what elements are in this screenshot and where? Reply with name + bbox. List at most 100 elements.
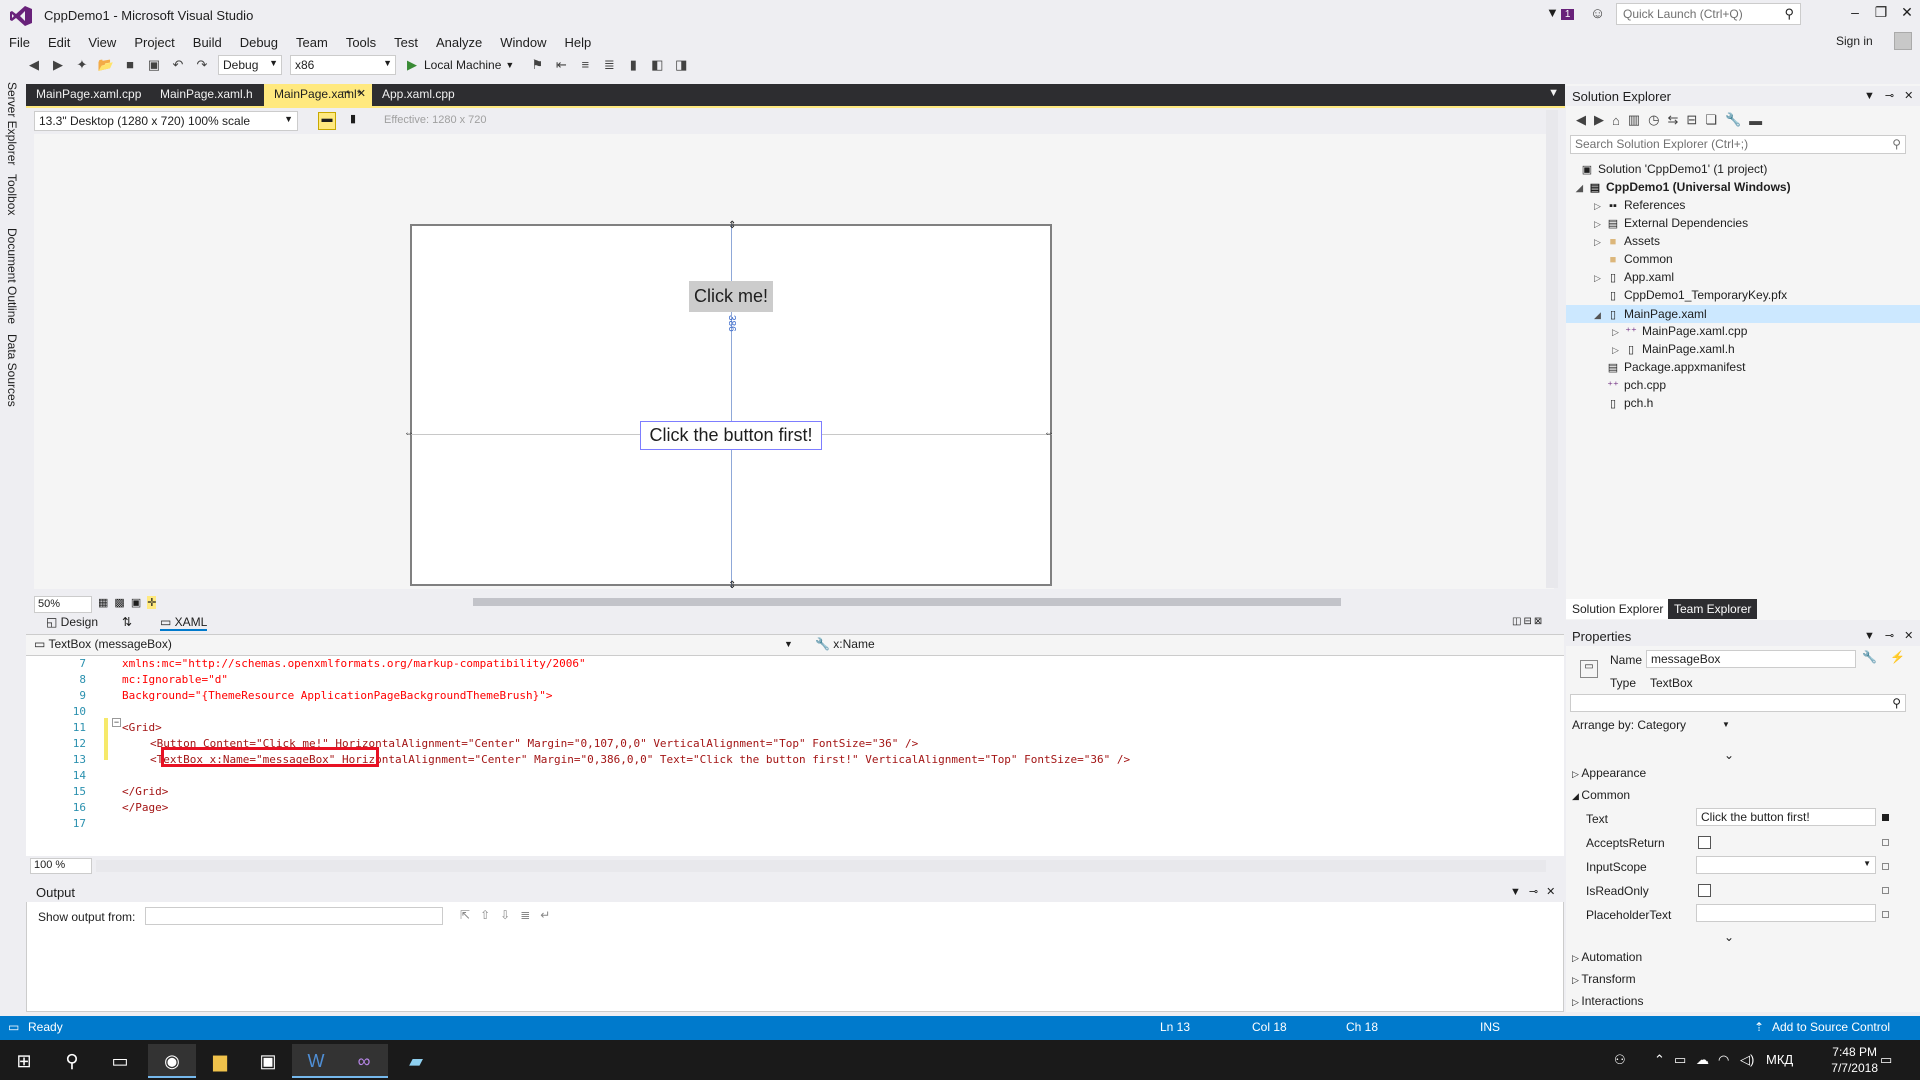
back-icon[interactable]: ◀ bbox=[1576, 112, 1586, 128]
chevron-down-icon[interactable]: ▼ bbox=[1864, 90, 1875, 102]
properties-icon[interactable]: 🔧 bbox=[1725, 112, 1741, 128]
tree-item-app-xaml[interactable]: ▷ ▯ App.xaml bbox=[1594, 268, 1674, 286]
chevron-down-icon[interactable]: ▼ bbox=[784, 639, 793, 649]
menu-debug[interactable]: Debug bbox=[231, 35, 287, 50]
tab-solution-explorer[interactable]: Solution Explorer bbox=[1566, 599, 1670, 619]
close-icon[interactable]: ✕ bbox=[1546, 885, 1555, 898]
name-input[interactable]: messageBox bbox=[1646, 650, 1856, 668]
tray-chevron-icon[interactable]: ⌃ bbox=[1654, 1052, 1665, 1068]
collapse-pane-icon[interactable]: ⊠ bbox=[1534, 616, 1542, 627]
portrait-icon[interactable]: ▮ bbox=[344, 112, 362, 130]
next-message-icon[interactable]: ⇩ bbox=[500, 908, 510, 922]
click-me-button[interactable]: Click me! bbox=[689, 281, 773, 312]
solution-search-input[interactable]: Search Solution Explorer (Ctrl+;) ⚲ bbox=[1570, 135, 1906, 154]
menu-project[interactable]: Project bbox=[125, 35, 183, 50]
events-icon[interactable]: ⚡ bbox=[1890, 650, 1905, 664]
tree-item-mainpage-h[interactable]: ▷ ▯ MainPage.xaml.h bbox=[1612, 340, 1735, 358]
tree-item-mainpage-xaml[interactable]: ◢ ▯ MainPage.xaml bbox=[1594, 305, 1707, 323]
tab-app-xaml-cpp[interactable]: App.xaml.cpp bbox=[372, 84, 465, 106]
people-icon[interactable]: ⚇ bbox=[1614, 1052, 1626, 1068]
home-icon[interactable]: ⌂ bbox=[1612, 113, 1620, 128]
start-icon[interactable]: ⊞ bbox=[0, 1044, 48, 1078]
preview-icon[interactable]: ▬ bbox=[1749, 113, 1762, 128]
redo-icon[interactable]: ↷ bbox=[193, 56, 211, 74]
property-marker-icon[interactable] bbox=[1882, 863, 1889, 870]
category-automation[interactable]: ▷ Automation bbox=[1572, 950, 1642, 964]
user-avatar-icon[interactable] bbox=[1894, 32, 1912, 50]
notepad-icon[interactable]: ▰ bbox=[392, 1044, 440, 1078]
designer-horizontal-scrollbar[interactable] bbox=[473, 598, 1341, 606]
tree-item-mainpage-cpp[interactable]: ▷ ⁺⁺ MainPage.xaml.cpp bbox=[1612, 322, 1747, 340]
property-search-input[interactable]: ⚲ bbox=[1570, 694, 1906, 712]
property-marker-icon[interactable] bbox=[1882, 839, 1889, 846]
tree-item-pch-cpp[interactable]: ⁺⁺ pch.cpp bbox=[1606, 376, 1666, 394]
property-marker-icon[interactable] bbox=[1882, 887, 1889, 894]
feedback-icon[interactable]: ☺ bbox=[1590, 5, 1605, 22]
editor-horizontal-scrollbar[interactable] bbox=[96, 860, 1546, 872]
property-marker-icon[interactable] bbox=[1882, 814, 1889, 821]
find-icon[interactable]: ⚑ bbox=[528, 56, 546, 74]
collapse-region-icon[interactable]: − bbox=[112, 718, 121, 727]
input-scope-select[interactable]: ▼ bbox=[1696, 856, 1876, 874]
pin-icon[interactable]: ⊸ bbox=[1885, 629, 1894, 642]
clock[interactable]: 7:48 PM 7/7/2018 bbox=[1831, 1044, 1878, 1076]
designer-vertical-scrollbar[interactable] bbox=[1546, 110, 1558, 588]
search-icon[interactable]: ⚲ bbox=[48, 1044, 96, 1078]
tab-mainpage-xaml[interactable]: MainPage.xaml* ✕ ⊸ bbox=[264, 84, 372, 106]
accepts-return-checkbox[interactable] bbox=[1698, 836, 1711, 849]
resize-handle-right-icon[interactable]: ⇔ bbox=[1044, 428, 1054, 439]
category-interactions[interactable]: ▷ Interactions bbox=[1572, 994, 1643, 1008]
message-textbox[interactable]: Click the button first! bbox=[640, 421, 822, 450]
prev-message-icon[interactable]: ⇧ bbox=[480, 908, 490, 922]
onedrive-icon[interactable]: ☁ bbox=[1696, 1052, 1709, 1068]
tree-item-external-dependencies[interactable]: ▷ ▤ External Dependencies bbox=[1594, 214, 1748, 232]
pin-icon[interactable]: ⊸ bbox=[1885, 89, 1894, 102]
word-wrap-icon[interactable]: ↵ bbox=[540, 908, 550, 922]
swap-panes-icon[interactable]: ⇅ bbox=[122, 615, 132, 629]
menu-help[interactable]: Help bbox=[556, 35, 601, 50]
visual-studio-icon[interactable]: ∞ bbox=[340, 1044, 388, 1078]
prev-bookmark-icon[interactable]: ◧ bbox=[648, 56, 666, 74]
grid-icon[interactable]: ▦ bbox=[98, 596, 108, 609]
store-icon[interactable]: ▣ bbox=[244, 1044, 292, 1078]
new-project-icon[interactable]: ✦ bbox=[73, 56, 91, 74]
switch-views-icon[interactable]: ▥ bbox=[1628, 112, 1640, 128]
chrome-icon[interactable]: ◉ bbox=[148, 1044, 196, 1078]
data-sources-tab[interactable]: Data Sources bbox=[5, 334, 19, 407]
add-to-source-control-button[interactable]: Add to Source Control bbox=[1772, 1020, 1890, 1034]
menu-view[interactable]: View bbox=[79, 35, 125, 50]
chevron-down-icon[interactable]: ▼ bbox=[505, 60, 514, 70]
artboard-icon[interactable]: ▣ bbox=[131, 596, 141, 609]
start-debug-icon[interactable]: ▶ bbox=[403, 56, 421, 74]
output-source-select[interactable] bbox=[145, 907, 443, 925]
split-horizontal-icon[interactable]: ⊟ bbox=[1523, 616, 1531, 627]
find-message-icon[interactable]: ⇱ bbox=[460, 908, 470, 922]
bookmark-icon[interactable]: ▮ bbox=[624, 56, 642, 74]
tab-team-explorer[interactable]: Team Explorer bbox=[1668, 599, 1758, 619]
toolbox-tab[interactable]: Toolbox bbox=[5, 174, 19, 215]
tree-item-solution[interactable]: ▣ Solution 'CppDemo1' (1 project) bbox=[1580, 160, 1768, 178]
text-property-input[interactable]: Click the button first! bbox=[1696, 808, 1876, 826]
forward-icon[interactable]: ▶ bbox=[1594, 112, 1604, 128]
tree-item-key-file[interactable]: ▯ CppDemo1_TemporaryKey.pfx bbox=[1606, 286, 1787, 304]
wrench-icon[interactable]: 🔧 bbox=[1862, 650, 1877, 664]
is-read-only-checkbox[interactable] bbox=[1698, 884, 1711, 897]
close-icon[interactable]: ✕ bbox=[1904, 629, 1913, 642]
resize-handle-top-icon[interactable]: ⇕ bbox=[728, 220, 736, 231]
language-indicator[interactable]: МКД bbox=[1766, 1052, 1793, 1067]
chevron-down-icon[interactable]: ▼ bbox=[1510, 886, 1521, 898]
menu-edit[interactable]: Edit bbox=[39, 35, 79, 50]
file-explorer-icon[interactable]: ▆ bbox=[196, 1044, 244, 1078]
save-all-icon[interactable]: ▣ bbox=[145, 56, 163, 74]
volume-icon[interactable]: ◁) bbox=[1740, 1052, 1754, 1068]
placeholder-text-input[interactable] bbox=[1696, 904, 1876, 922]
menu-analyze[interactable]: Analyze bbox=[427, 35, 491, 50]
action-center-icon[interactable]: ▭ bbox=[1880, 1052, 1892, 1068]
designer-zoom-select[interactable]: 50% bbox=[34, 596, 92, 613]
menu-build[interactable]: Build bbox=[184, 35, 231, 50]
wifi-icon[interactable]: ◠ bbox=[1718, 1052, 1729, 1068]
clear-all-icon[interactable]: ≣ bbox=[520, 908, 530, 922]
snap-grid-icon[interactable]: ▩ bbox=[114, 596, 124, 609]
run-target-button[interactable]: Local Machine bbox=[424, 58, 501, 72]
pending-changes-icon[interactable]: ◷ bbox=[1648, 112, 1659, 128]
